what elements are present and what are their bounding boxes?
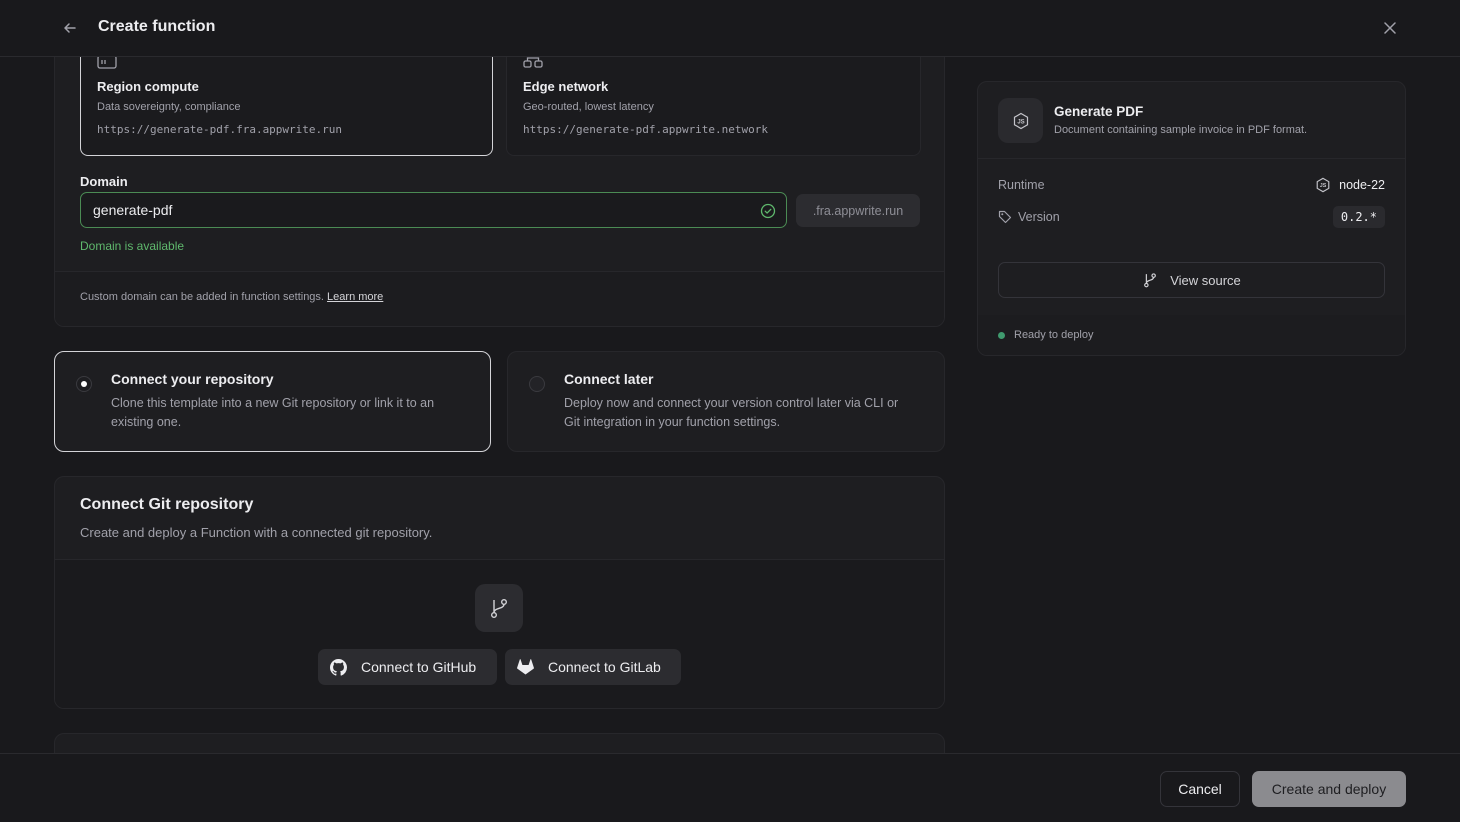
summary-header: JS Generate PDF Document containing samp…: [978, 82, 1405, 159]
git-repository-card: Connect Git repository Create and deploy…: [54, 476, 945, 709]
domain-status: Domain is available: [80, 239, 185, 253]
runtime-label: Runtime: [998, 178, 1045, 192]
runtime-value: JS node-22: [1315, 177, 1385, 193]
domain-label: Domain: [80, 174, 128, 189]
function-summary-card: JS Generate PDF Document containing samp…: [977, 81, 1406, 356]
function-name: Generate PDF: [1054, 104, 1144, 119]
radio-description: Deploy now and connect your version cont…: [564, 396, 899, 429]
close-button[interactable]: [1378, 16, 1402, 40]
version-badge: 0.2.*: [1332, 206, 1385, 228]
nodejs-icon: JS: [998, 98, 1043, 143]
deployment-card: Region compute Data sovereignty, complia…: [54, 57, 945, 327]
version-label: Version: [1018, 210, 1060, 224]
edge-network-option[interactable]: Edge network Geo-routed, lowest latency …: [506, 57, 921, 156]
git-branch-icon: [475, 584, 523, 632]
status-text: Ready to deploy: [1014, 329, 1094, 341]
domain-input-value: generate-pdf: [93, 202, 173, 218]
radio-title: Connect your repository: [111, 371, 274, 387]
network-icon: [523, 57, 543, 68]
connect-gitlab-button[interactable]: Connect to GitLab: [505, 649, 681, 685]
option-subtitle: Geo-routed, lowest latency: [523, 101, 654, 113]
connect-github-button[interactable]: Connect to GitHub: [318, 649, 497, 685]
function-description: Document containing sample invoice in PD…: [1054, 124, 1308, 136]
nodejs-icon: JS: [1316, 177, 1330, 193]
svg-text:JS: JS: [1017, 119, 1024, 125]
option-url: https://generate-pdf.appwrite.network: [523, 123, 769, 136]
check-circle-icon: [760, 203, 776, 219]
arrow-left-icon: [64, 23, 76, 33]
summary-status: Ready to deploy: [978, 315, 1405, 355]
radio-title: Connect later: [564, 371, 654, 387]
svg-text:JS: JS: [1320, 183, 1327, 189]
region-compute-option[interactable]: Region compute Data sovereignty, complia…: [80, 57, 493, 156]
domain-input[interactable]: generate-pdf: [80, 192, 787, 228]
view-source-button[interactable]: View source: [998, 262, 1385, 298]
git-card-body: Connect to GitHub Connect to GitLab: [55, 559, 944, 708]
option-title: Edge network: [523, 79, 609, 94]
create-and-deploy-button[interactable]: Create and deploy: [1252, 771, 1406, 807]
radio-button[interactable]: [529, 376, 545, 392]
footnote-text: Custom domain can be added in function s…: [80, 291, 324, 303]
version-value: 0.2.*: [1332, 206, 1385, 228]
git-card-subtitle: Create and deploy a Function with a conn…: [80, 525, 433, 540]
learn-more-link[interactable]: Learn more: [327, 291, 383, 303]
domain-suffix: .fra.appwrite.run: [796, 194, 920, 227]
radio-button[interactable]: [76, 376, 92, 392]
next-section-card: [54, 733, 945, 753]
cancel-button[interactable]: Cancel: [1160, 771, 1240, 807]
connect-later-option[interactable]: Connect later Deploy now and connect you…: [507, 351, 945, 452]
github-icon: [330, 658, 347, 676]
runtime-text: node-22: [1339, 178, 1385, 192]
back-button[interactable]: [58, 16, 82, 40]
github-button-label: Connect to GitHub: [361, 659, 477, 675]
status-dot: [998, 332, 1005, 339]
connect-repository-option[interactable]: Connect your repository Clone this templ…: [54, 351, 491, 452]
modal-footer: Cancel Create and deploy: [0, 753, 1460, 822]
server-icon: [97, 57, 117, 69]
radio-description: Clone this template into a new Git repos…: [111, 396, 435, 429]
modal-header: Create function: [0, 0, 1460, 57]
gitlab-button-label: Connect to GitLab: [548, 659, 661, 675]
gitlab-icon: [517, 659, 534, 675]
git-card-title: Connect Git repository: [80, 496, 254, 513]
option-subtitle: Data sovereignty, compliance: [97, 101, 241, 113]
git-branch-icon: [1144, 273, 1157, 288]
scroll-area[interactable]: Region compute Data sovereignty, complia…: [0, 57, 1460, 753]
option-url: https://generate-pdf.fra.appwrite.run: [97, 123, 343, 136]
close-icon: [1384, 22, 1396, 34]
tag-icon: [998, 210, 1012, 224]
option-title: Region compute: [97, 79, 199, 94]
view-source-label: View source: [1170, 272, 1241, 288]
deployment-footnote: Custom domain can be added in function s…: [55, 271, 944, 326]
version-label-row: Version: [998, 210, 1060, 224]
page-title: Create function: [98, 18, 216, 35]
